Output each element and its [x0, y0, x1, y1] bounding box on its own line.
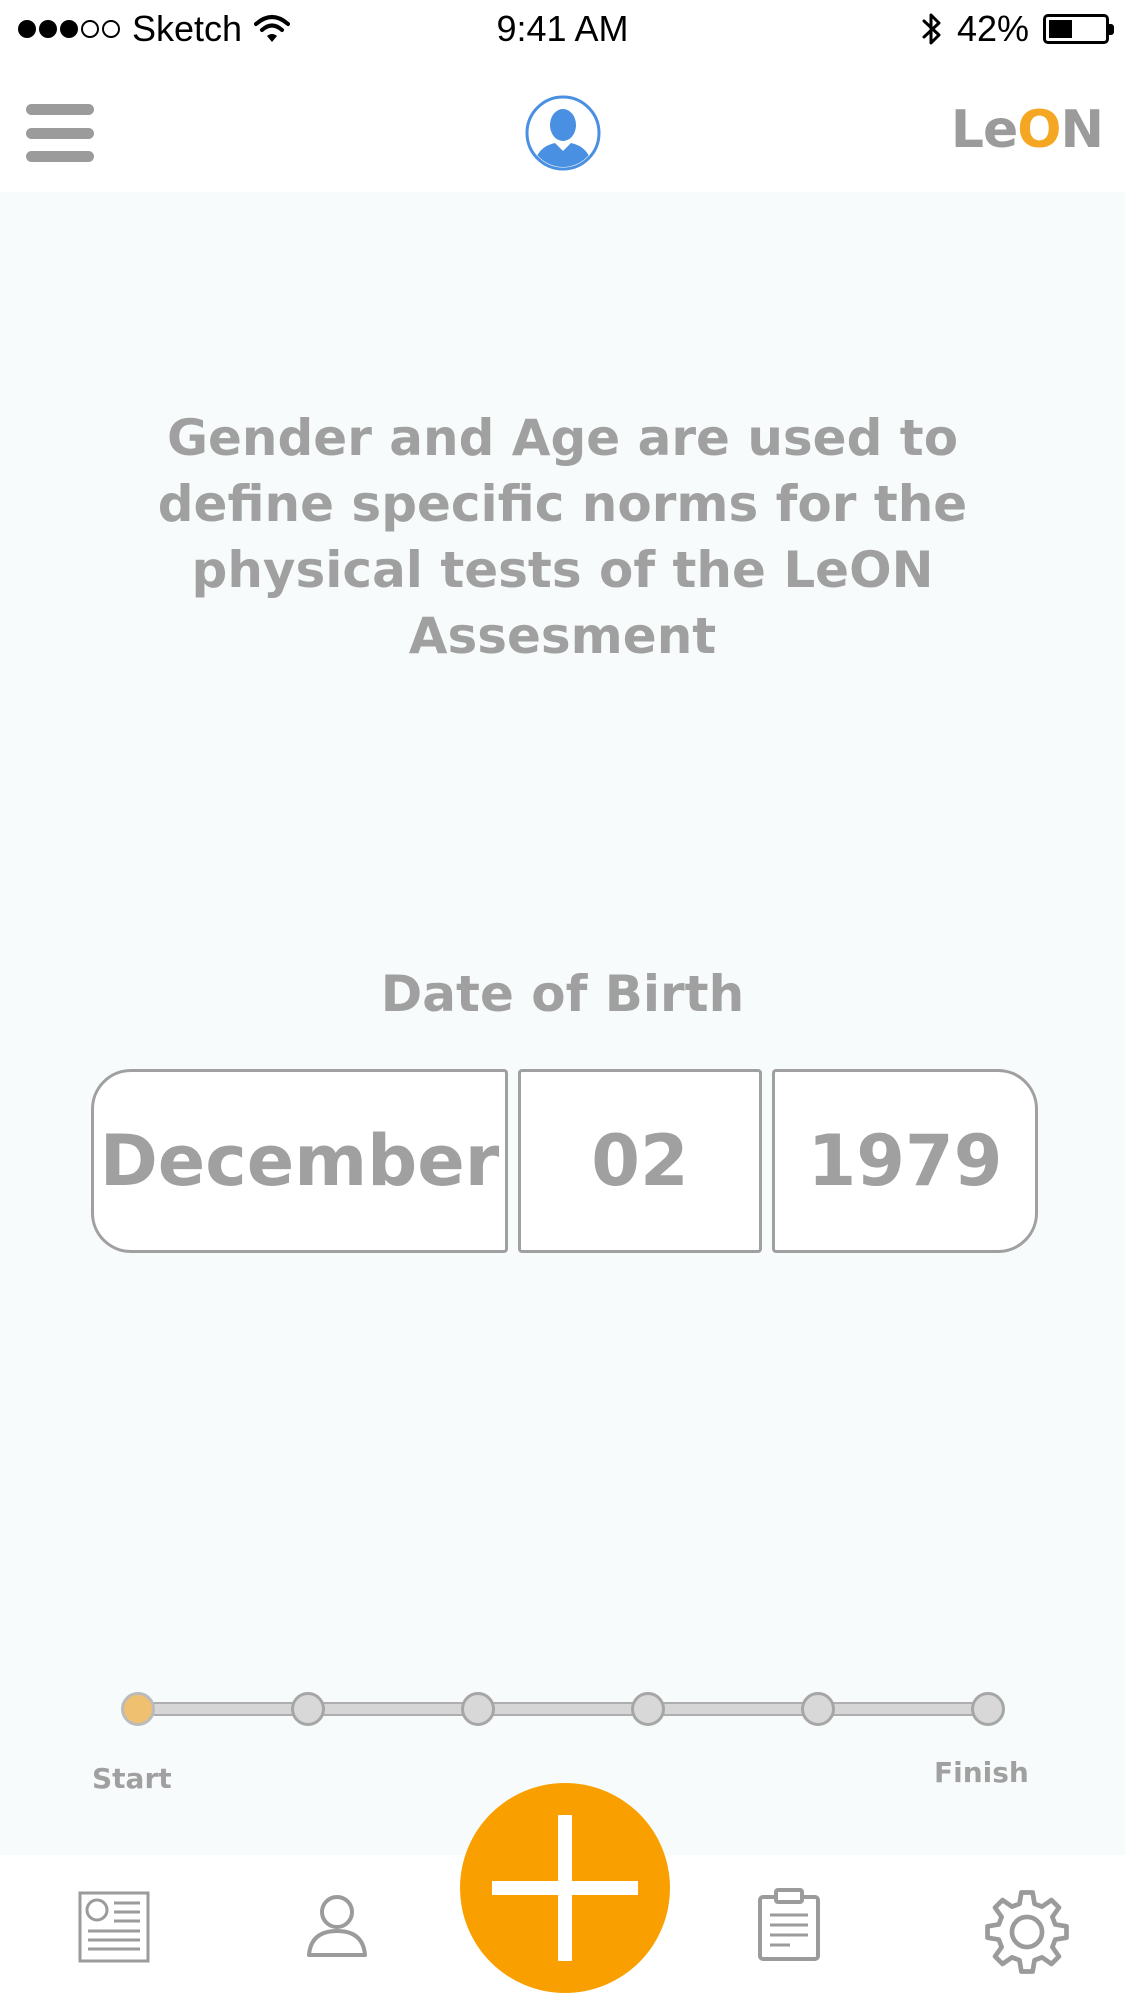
brand-logo: LeON [950, 100, 1104, 160]
logo-text-le: Le [950, 100, 1018, 160]
menu-button[interactable] [26, 104, 94, 162]
battery-tip [1109, 24, 1114, 35]
status-right: 42% [921, 8, 1114, 50]
status-bar: Sketch 9:41 AM 42% [0, 0, 1125, 60]
profile-icon [307, 1895, 367, 1957]
progress-finish-label: Finish [934, 1756, 1029, 1789]
dob-day-picker[interactable]: 02 [518, 1069, 762, 1253]
progress-step [291, 1692, 325, 1726]
nav-bar: LeON [0, 60, 1125, 192]
news-icon [78, 1891, 150, 1963]
clipboard-icon [758, 1888, 820, 1961]
tab-profile[interactable] [304, 1893, 370, 1959]
bluetooth-icon [922, 13, 941, 45]
logo-text-o: O [1017, 100, 1061, 160]
progress-step [461, 1692, 495, 1726]
progress-stepper: Start Finish [0, 1680, 1125, 1795]
battery-percent: 42% [956, 8, 1029, 49]
dob-label: Date of Birth [380, 965, 745, 1023]
dob-month-picker[interactable]: December [91, 1069, 508, 1253]
battery-fill [1049, 20, 1072, 38]
progress-step [121, 1692, 155, 1726]
menu-icon-line [26, 127, 94, 139]
add-icon-vertical [558, 1815, 572, 1961]
settings-icon [985, 1890, 1069, 1974]
tab-clipboard[interactable] [756, 1887, 822, 1963]
menu-icon-line [26, 104, 94, 115]
dob-year-picker[interactable]: 1979 [772, 1069, 1038, 1253]
description-text: Gender and Age are used to define specif… [157, 409, 968, 665]
progress-step [801, 1692, 835, 1726]
progress-track [138, 1702, 988, 1716]
progress-step [631, 1692, 665, 1726]
tab-settings[interactable] [980, 1885, 1074, 1979]
tab-news[interactable] [78, 1891, 150, 1963]
progress-step [971, 1692, 1005, 1726]
battery-icon [1043, 14, 1114, 44]
add-button[interactable] [460, 1783, 670, 1993]
logo-text-n: N [1060, 100, 1104, 160]
avatar-icon[interactable] [525, 95, 601, 171]
menu-icon-line [26, 151, 94, 162]
progress-start-label: Start [92, 1762, 172, 1795]
